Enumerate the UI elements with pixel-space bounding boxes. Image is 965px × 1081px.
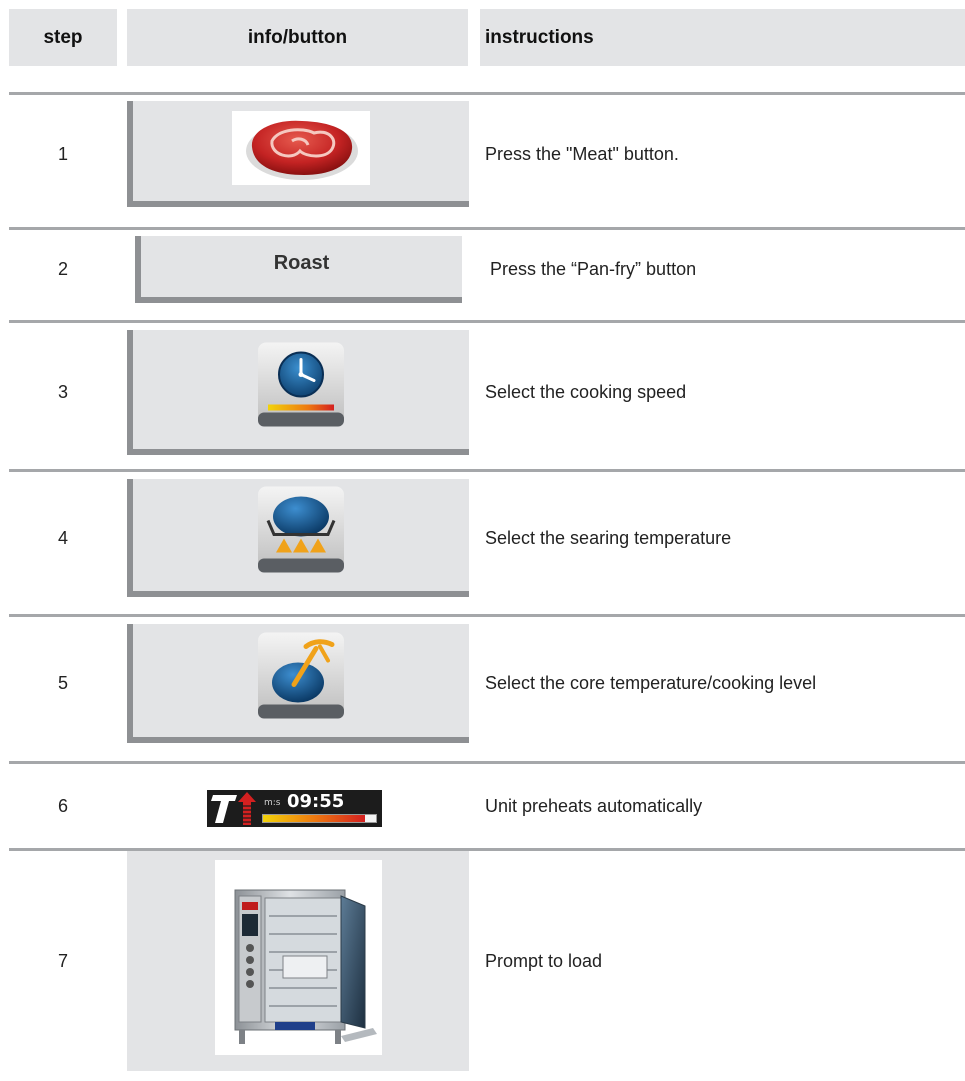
table-row: 6 m:s 09:55 Unit preheats automatically [0,767,965,845]
clock-speed-icon [258,342,344,431]
core-probe-icon [258,632,344,723]
instruction-text: Press the “Pan-fry” button [490,259,697,279]
row-divider [9,227,965,230]
timer-value: 09:55 [287,791,345,812]
step-number: 1 [57,143,68,164]
step-number: 6 [57,795,68,816]
row-divider [9,320,965,323]
row-divider [9,469,965,472]
roast-button-label: Roast [273,252,330,274]
instruction-text: Select the searing temperature [485,527,732,548]
step-number: 4 [57,527,68,548]
preheat-progress-fill [263,815,365,822]
table-row: 1 Press the "Meat" button. [0,101,965,207]
header-instructions: instructions [480,9,965,66]
table-row: 4 Select the searing temperature [0,479,965,597]
instruction-text: Prompt to load [485,950,603,971]
instruction-text: Press the "Meat" button. [485,143,679,164]
instruction-text: Select the cooking speed [485,382,687,402]
core-temperature-button[interactable] [127,624,469,743]
roast-button[interactable]: Roast [135,236,462,303]
instruction-text: Select the core temperature/cooking leve… [485,673,817,693]
row-divider [9,92,965,95]
meat-icon [232,111,370,185]
table-row: 3 Select the cooking speed [0,330,965,455]
prompt-image-panel [127,851,469,1071]
step-number: 7 [57,950,68,971]
meat-button[interactable] [127,101,469,207]
header-step: step [9,9,117,66]
table-row: 5 Select the core temperature/cooking le… [0,624,965,743]
header-info-button: info/button [127,9,468,66]
combi-oven-image [215,860,382,1055]
row-divider [9,614,965,617]
preheat-progress-track [262,814,377,823]
timer-unit: m:s [264,798,281,808]
step-number: 5 [57,673,68,693]
step-number: 3 [57,382,68,402]
searing-temperature-button[interactable] [127,479,469,597]
row-divider [9,761,965,764]
step-number: 2 [57,259,68,279]
table-row: 7 Prompt to load [0,851,965,1071]
preheat-display: m:s 09:55 [207,790,382,827]
searing-pan-icon [258,486,344,578]
cooking-speed-button[interactable] [127,330,469,455]
table-row: 2 Roast Press the “Pan-fry” button [0,236,965,303]
instruction-text: Unit preheats automatically [485,795,703,816]
